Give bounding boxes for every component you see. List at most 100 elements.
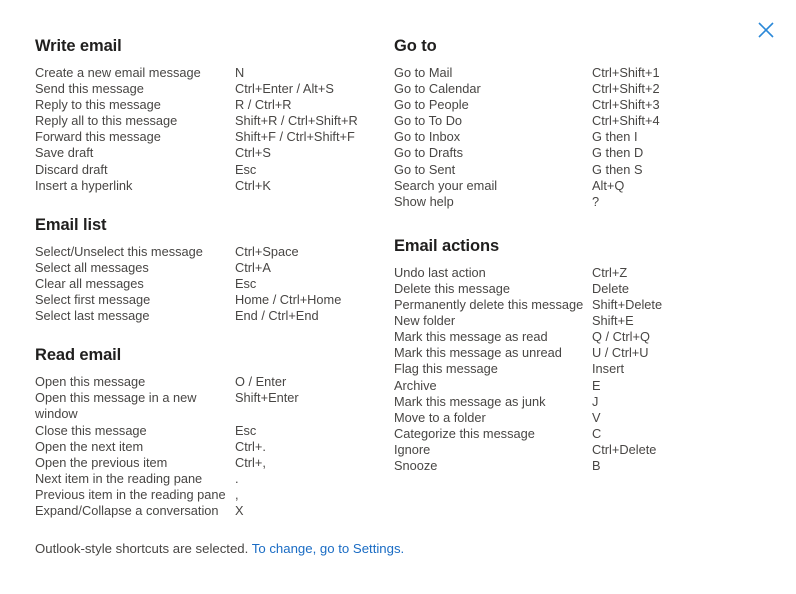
shortcut-description: Permanently delete this message <box>394 297 584 313</box>
shortcut-row: Go to To Do Ctrl+Shift+4 <box>394 113 724 129</box>
shortcut-table: Undo last action Ctrl+Z Delete this messag… <box>394 265 724 474</box>
shortcut-description: Clear all messages <box>35 275 144 291</box>
shortcut-description: Send this message <box>35 81 144 97</box>
close-button[interactable] <box>750 14 782 46</box>
shortcut-keys: G then S <box>592 161 643 177</box>
shortcuts-column-right: Go to Go to Mail Ctrl+Shift+1 Go to Calenda… <box>394 36 724 474</box>
shortcut-keys: V <box>592 409 601 425</box>
shortcut-keys: Esc <box>235 275 257 291</box>
shortcut-description: Go to Inbox <box>394 129 461 145</box>
shortcut-row: Next item in the reading pane. <box>35 471 385 487</box>
shortcut-table: Open this message O / Enter Open this mess… <box>35 374 385 519</box>
shortcut-description: Create a new email message <box>35 65 201 80</box>
keyboard-shortcuts-panel: Write email Create a new email message N Se… <box>0 0 796 594</box>
section-title: Write email <box>35 37 122 55</box>
shortcut-keys: Alt+Q <box>592 177 625 193</box>
shortcut-keys: End / Ctrl+End <box>235 308 319 324</box>
shortcut-row: Close this message Esc <box>35 423 385 439</box>
shortcut-keys: Ctrl+K <box>235 177 271 193</box>
shortcut-description: Show help <box>394 193 454 209</box>
section-title: Go to <box>394 37 437 55</box>
shortcut-keys: J <box>592 393 599 409</box>
shortcut-row: New folder Shift+E <box>394 313 724 329</box>
shortcut-description: Open the next item <box>35 438 144 454</box>
shortcut-description: Save draft <box>35 145 94 161</box>
shortcut-keys: Esc <box>235 161 257 177</box>
shortcut-row: Permanently delete this message Shift+Del… <box>394 297 724 313</box>
shortcut-keys: Shift+F / Ctrl+Shift+F <box>235 129 355 145</box>
shortcut-description: Open this message in a new window <box>35 390 197 422</box>
shortcut-keys: U / Ctrl+U <box>592 345 649 361</box>
shortcut-description: Forward this message <box>35 129 161 145</box>
shortcut-description: Discard draft <box>35 161 108 177</box>
shortcut-keys: G then I <box>592 129 638 145</box>
shortcut-keys: . <box>235 470 239 486</box>
shortcut-row: Open this message in a new window Shift+E… <box>35 390 385 422</box>
shortcut-row: Go to People Ctrl+Shift+3 <box>394 97 724 113</box>
shortcut-row: Undo last action Ctrl+Z <box>394 265 724 281</box>
shortcut-row: Archive E <box>394 378 724 394</box>
shortcut-description: Reply to this message <box>35 97 161 113</box>
shortcut-row: Mark this message as read Q / Ctrl+Q <box>394 329 724 345</box>
shortcut-description: Ignore <box>394 441 431 457</box>
go-to-settings-link[interactable]: To change, go to Settings. <box>252 541 405 556</box>
shortcut-keys: Shift+E <box>592 313 634 329</box>
shortcut-row: Previous item in the reading pane, <box>35 487 385 503</box>
shortcut-row: Select all messages Ctrl+A <box>35 260 385 276</box>
shortcut-table: Go to Mail Ctrl+Shift+1 Go to Calendar Ctrl… <box>394 65 724 210</box>
shortcut-description: Go to Mail <box>394 65 453 80</box>
shortcut-row: Select/Unselect this message Ctrl+Space <box>35 244 385 260</box>
shortcut-row: Open the previous item Ctrl+, <box>35 455 385 471</box>
shortcut-keys: , <box>235 486 239 502</box>
shortcut-row: Reply all to this message Shift+R / Ctrl+… <box>35 113 385 129</box>
shortcut-row: Flag this message Insert <box>394 361 724 377</box>
shortcut-description: Close this message <box>35 422 147 438</box>
shortcut-keys: Ctrl+. <box>235 438 266 454</box>
shortcut-keys: Ctrl+Shift+1 <box>592 65 660 80</box>
shortcut-row: Select first message Home / Ctrl+Home <box>35 292 385 308</box>
shortcut-keys: Home / Ctrl+Home <box>235 292 342 308</box>
shortcut-keys: Ctrl+, <box>235 454 266 470</box>
shortcut-description: Search your email <box>394 177 498 193</box>
shortcut-row: Mark this message as junk J <box>394 394 724 410</box>
shortcut-keys: Q / Ctrl+Q <box>592 329 650 345</box>
shortcut-keys: C <box>592 425 602 441</box>
shortcut-keys: Ctrl+S <box>235 145 271 161</box>
shortcut-description: Next item in the reading pane <box>35 470 203 486</box>
shortcut-row: Search your email Alt+Q <box>394 178 724 194</box>
shortcut-description: Mark this message as unread <box>394 345 562 361</box>
section-title: Email actions <box>394 236 500 255</box>
shortcut-row: Forward this message Shift+F / Ctrl+Shift… <box>35 129 385 145</box>
shortcut-keys: Shift+R / Ctrl+Shift+R <box>235 113 358 129</box>
shortcut-description: Go to People <box>394 97 469 113</box>
shortcut-keys: Shift+Delete <box>592 297 663 313</box>
shortcut-section: Email list Select/Unselect this message Ct… <box>35 215 385 324</box>
close-icon <box>757 21 775 39</box>
shortcut-row: Snooze B <box>394 458 724 474</box>
shortcut-description: Mark this message as read <box>394 329 548 345</box>
shortcut-description: Go to To Do <box>394 113 463 129</box>
section-title: Read email <box>35 346 122 365</box>
shortcut-keys: Ctrl+A <box>235 259 271 275</box>
shortcut-row: Insert a hyperlink Ctrl+K <box>35 178 385 194</box>
shortcut-row: Expand/Collapse a conversation X <box>35 503 385 519</box>
shortcut-keys: Ctrl+Enter / Alt+S <box>235 81 334 97</box>
shortcut-description: Expand/Collapse a conversation <box>35 502 219 518</box>
shortcut-row: Move to a folder V <box>394 410 724 426</box>
shortcut-description: Undo last action <box>394 264 486 280</box>
shortcut-keys: B <box>592 457 601 473</box>
shortcut-keys: E <box>592 377 601 393</box>
shortcut-description: Categorize this message <box>394 425 535 441</box>
shortcut-row: Go to Calendar Ctrl+Shift+2 <box>394 81 724 97</box>
footer-note: Outlook-style shortcuts are selected. To… <box>35 540 404 558</box>
shortcut-row: Categorize this message C <box>394 426 724 442</box>
shortcut-description: Snooze <box>394 457 438 473</box>
shortcut-row: Open the next item Ctrl+. <box>35 439 385 455</box>
shortcuts-column-left: Write email Create a new email message N Se… <box>35 36 385 519</box>
shortcut-description: Insert a hyperlink <box>35 177 133 193</box>
shortcut-keys: Ctrl+Shift+4 <box>592 113 660 129</box>
shortcut-row: Open this message O / Enter <box>35 374 385 390</box>
shortcut-row: Clear all messages Esc <box>35 276 385 292</box>
shortcut-keys: Esc <box>235 422 257 438</box>
shortcut-row: Ignore Ctrl+Delete <box>394 442 724 458</box>
